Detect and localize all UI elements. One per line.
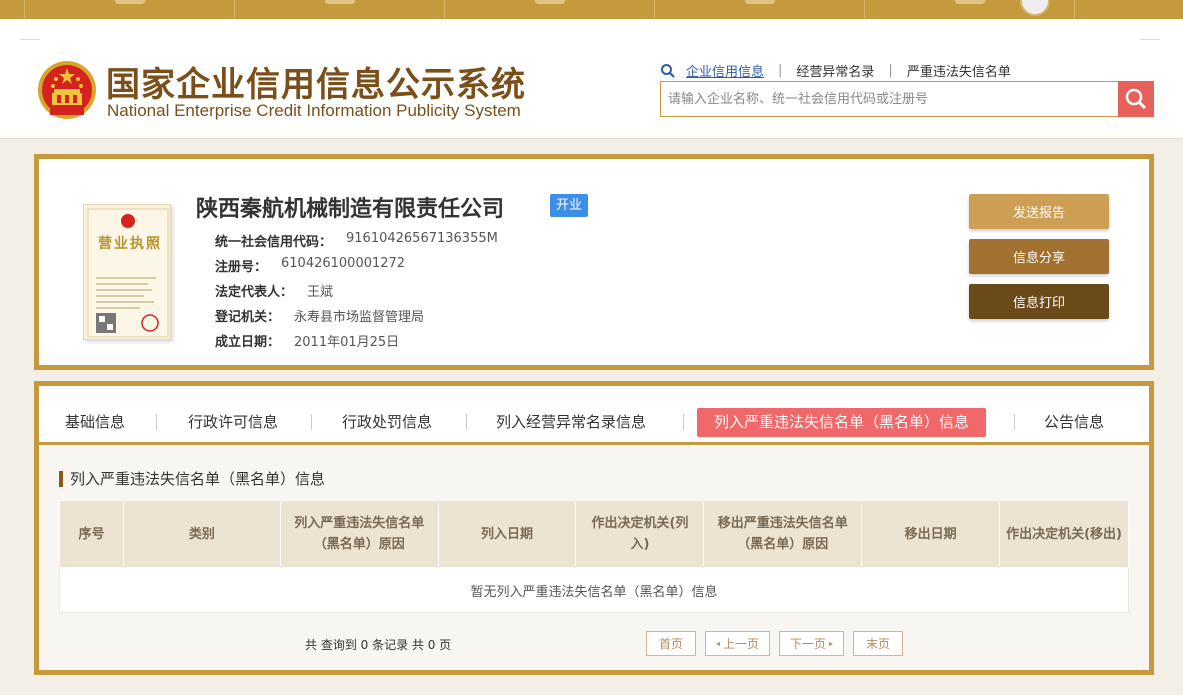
info-row-legal-rep: 法定代表人： 王斌 (215, 281, 333, 300)
link-abnormal-list[interactable]: 经营异常名录 (796, 61, 874, 80)
table-header-row: 序号 类别 列入严重违法失信名单（黑名单）原因 列入日期 作出决定机关(列入) … (59, 500, 1129, 568)
company-name: 陕西秦航机械制造有限责任公司 (196, 197, 505, 222)
chevron-right-icon: ▸ (829, 639, 834, 648)
nav-stub (324, 0, 355, 4)
next-page-label: 下一页 (789, 637, 826, 651)
info-value: 2011年01月25日 (294, 335, 400, 350)
site-subtitle: National Enterprise Credit Information P… (107, 101, 521, 120)
share-button[interactable]: 信息分享 (969, 239, 1109, 274)
license-illustration (87, 208, 169, 338)
blacklist-table: 序号 类别 列入严重违法失信名单（黑名单）原因 列入日期 作出决定机关(列入) … (59, 500, 1129, 613)
top-nav-bar (0, 0, 1183, 19)
nav-stub (114, 0, 145, 4)
tab-basic-info[interactable]: 基础信息 (65, 408, 125, 437)
print-button[interactable]: 信息打印 (969, 284, 1109, 319)
business-license-image[interactable]: 营业执照 (83, 204, 171, 340)
search-button[interactable] (1118, 81, 1154, 117)
chevron-left-icon: ◂ (715, 639, 720, 648)
nav-stub (534, 0, 565, 4)
info-row-reg-number: 注册号： 610426100001272 (215, 256, 405, 275)
col-header-list-reason: 列入严重违法失信名单（黑名单）原因 (279, 500, 439, 568)
pager-info: 共 查询到 0 条记录 共 0 页 (305, 638, 452, 652)
site-title: 国家企业信用信息公示系统 (106, 65, 526, 105)
license-label: 营业执照 (98, 236, 162, 252)
tab-admin-penalty[interactable]: 行政处罚信息 (342, 408, 432, 437)
info-key: 注册号： (215, 260, 268, 275)
nav-cell[interactable] (25, 0, 235, 19)
info-value: 610426100001272 (281, 256, 406, 271)
col-header-index: 序号 (59, 500, 124, 568)
col-header-remove-reason: 移出严重违法失信名单（黑名单）原因 (703, 500, 863, 568)
col-header-category: 类别 (122, 500, 281, 568)
col-header-list-authority: 作出决定机关(列入) (575, 500, 705, 568)
tab-blacklist[interactable]: 列入严重违法失信名单（黑名单）信息 (697, 408, 987, 437)
nav-cell[interactable] (235, 0, 445, 19)
info-value: 91610426567136355M (346, 231, 498, 246)
info-key: 成立日期： (215, 335, 281, 350)
info-row-reg-authority: 登记机关： 永寿县市场监督管理局 (215, 306, 424, 325)
tab-separator (1014, 414, 1015, 430)
divider (20, 39, 40, 40)
next-page-button[interactable]: 下一页 ▸ (779, 631, 844, 656)
company-card: 营业执照 陕西秦航机械制造有限责任公司 开业 统一社会信用代码： 9161042… (34, 154, 1154, 370)
info-row-credit-code: 统一社会信用代码： 91610426567136355M (215, 231, 498, 250)
col-header-remove-authority: 作出决定机关(移出) (999, 500, 1129, 568)
search-icon (661, 63, 675, 78)
link-separator: | (888, 63, 893, 78)
first-page-button[interactable]: 首页 (646, 631, 696, 656)
info-key: 法定代表人： (215, 285, 294, 300)
send-report-button[interactable]: 发送报告 (969, 194, 1109, 229)
nav-stub (954, 0, 985, 4)
tab-bar: 基础信息 行政许可信息 行政处罚信息 列入经营异常名录信息 列入严重违法失信名单… (39, 386, 1149, 445)
prev-page-label: 上一页 (723, 637, 760, 651)
link-enterprise-credit[interactable]: 企业信用信息 (686, 61, 764, 80)
nav-cell[interactable] (0, 0, 25, 19)
last-page-button[interactable]: 末页 (853, 631, 903, 656)
search-box (660, 81, 1154, 117)
info-panel: 基础信息 行政许可信息 行政处罚信息 列入经营异常名录信息 列入严重违法失信名单… (34, 381, 1154, 675)
site-header: 国家企业信用信息公示系统 National Enterprise Credit … (0, 19, 1183, 139)
info-row-founded-date: 成立日期： 2011年01月25日 (215, 331, 399, 350)
link-blacklist[interactable]: 严重违法失信名单 (907, 61, 1011, 80)
nav-cell[interactable] (655, 0, 865, 19)
divider (1140, 39, 1160, 40)
tab-abnormal-list[interactable]: 列入经营异常名录信息 (496, 408, 646, 437)
search-input[interactable] (661, 82, 1117, 116)
tab-separator (466, 414, 467, 430)
tab-admin-license[interactable]: 行政许可信息 (188, 408, 278, 437)
status-badge: 开业 (550, 194, 589, 217)
info-key: 登记机关： (215, 310, 281, 325)
link-separator: | (778, 63, 783, 78)
nav-stub (744, 0, 775, 4)
search-icon (1125, 88, 1147, 110)
col-header-remove-date: 移出日期 (861, 500, 1001, 568)
section-title: 列入严重违法失信名单（黑名单）信息 (59, 471, 325, 487)
prev-page-button[interactable]: ◂ 上一页 (705, 631, 770, 656)
col-header-list-date: 列入日期 (437, 500, 577, 568)
info-value: 王斌 (307, 285, 334, 300)
nav-cell[interactable] (445, 0, 655, 19)
search-category-links: 企业信用信息 | 经营异常名录 | 严重违法失信名单 (660, 61, 1011, 80)
info-key: 统一社会信用代码： (215, 235, 333, 250)
table-row: 暂无列入严重违法失信名单（黑名单）信息 (59, 567, 1129, 613)
empty-table-message: 暂无列入严重违法失信名单（黑名单）信息 (59, 567, 1129, 613)
tab-separator (311, 414, 312, 430)
tab-announcements[interactable]: 公告信息 (1044, 408, 1104, 437)
national-emblem-icon (38, 61, 96, 119)
tab-separator (156, 414, 157, 430)
info-value: 永寿县市场监督管理局 (294, 310, 425, 325)
tab-separator (683, 414, 684, 430)
